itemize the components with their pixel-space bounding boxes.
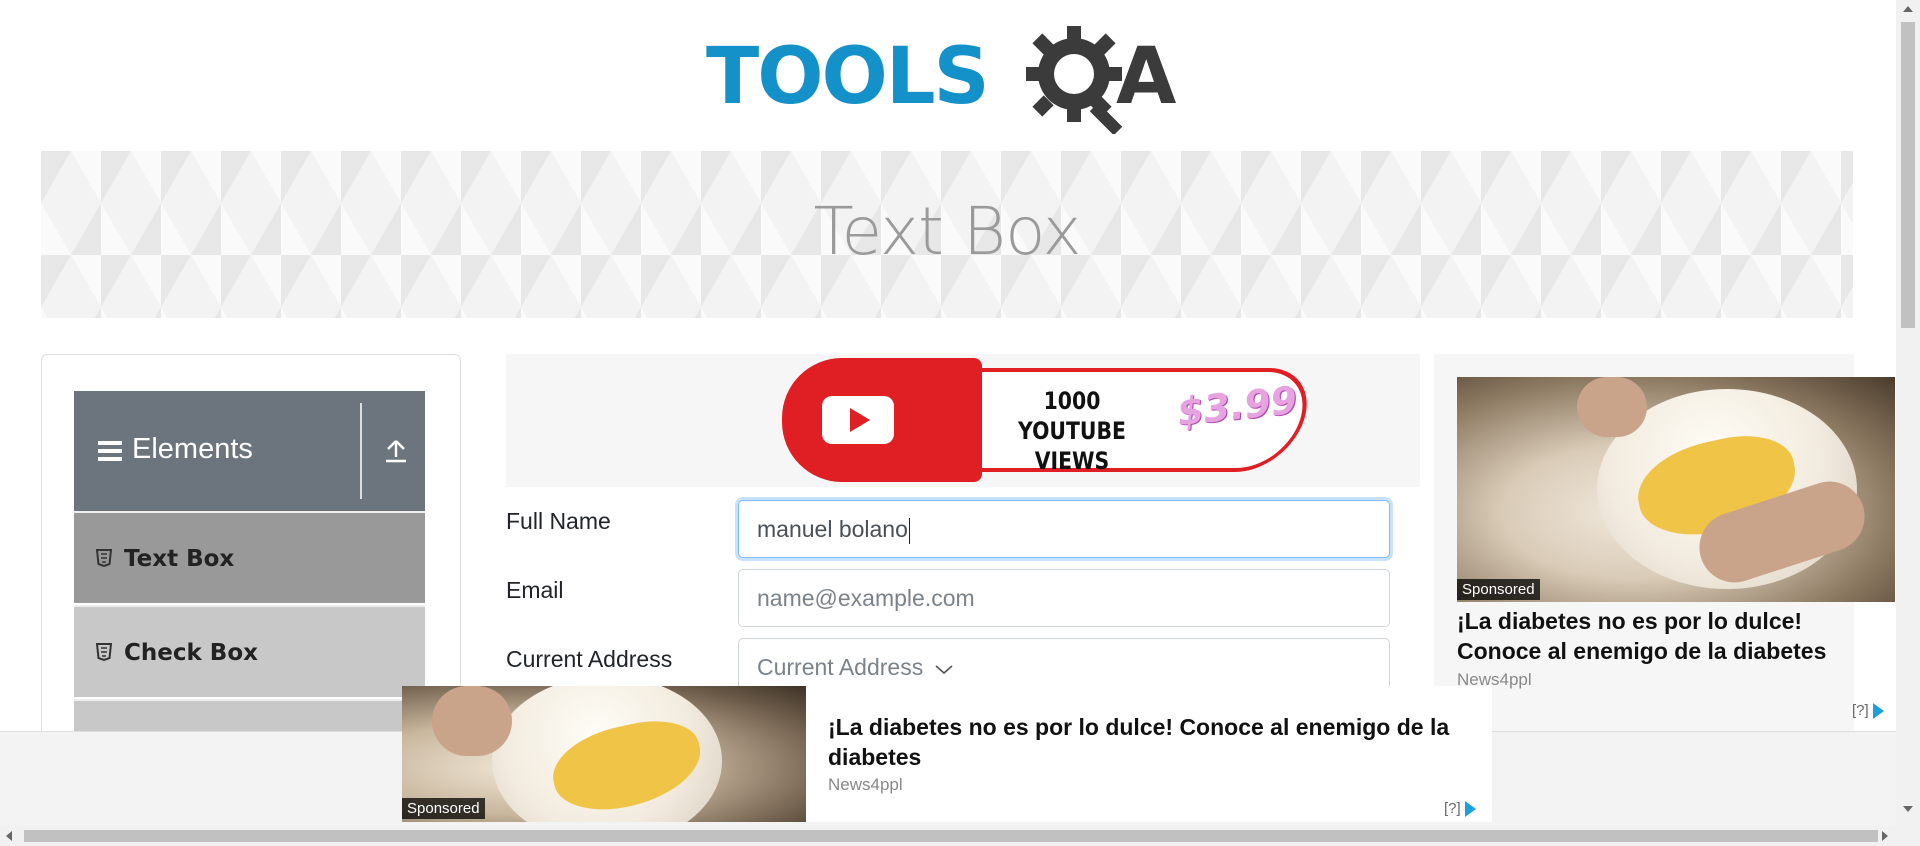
email-label: Email xyxy=(506,577,564,603)
scroll-down-icon[interactable] xyxy=(1903,806,1913,812)
vertical-scroll-thumb[interactable] xyxy=(1901,22,1915,328)
adchoices-button[interactable]: [?] xyxy=(1444,800,1476,818)
current-address-placeholder: Current Address xyxy=(757,654,924,680)
sponsored-badge: Sponsored xyxy=(1457,579,1540,600)
adchoices-label: [?] xyxy=(1444,800,1461,817)
logo-a-text: A xyxy=(1116,32,1177,122)
html5-icon xyxy=(95,643,113,666)
hamburger-icon xyxy=(98,441,122,461)
ad-views-text: 1000 YOUTUBE VIEWS xyxy=(987,386,1157,476)
youtube-play-icon xyxy=(822,396,894,444)
vertical-scrollbar[interactable] xyxy=(1896,0,1920,826)
logo-tools-text: TOOLS xyxy=(706,32,990,122)
html5-icon xyxy=(95,549,113,572)
page-banner: Text Box xyxy=(41,151,1853,318)
ad-source[interactable]: News4ppl xyxy=(828,775,903,795)
chevron-down-icon xyxy=(935,665,953,674)
finger-shape xyxy=(432,686,512,756)
full-name-label: Full Name xyxy=(506,508,611,534)
sponsored-badge: Sponsored xyxy=(402,798,485,819)
ad-title[interactable]: ¡La diabetes no es por lo dulce! Conoce … xyxy=(828,712,1488,772)
scroll-up-icon[interactable] xyxy=(1903,6,1913,12)
horizontal-scroll-thumb[interactable] xyxy=(24,830,1878,842)
adchoices-icon xyxy=(1872,703,1884,720)
adchoices-button[interactable]: [?] xyxy=(1852,702,1884,720)
scroll-right-icon[interactable] xyxy=(1882,831,1888,841)
toolsqa-logo[interactable]: TOOLS A xyxy=(706,22,1192,134)
full-name-value: manuel bolano xyxy=(757,516,908,542)
sidebar-item-label: Check Box xyxy=(124,640,258,666)
ad-title[interactable]: ¡La diabetes no es por lo dulce! Conoce … xyxy=(1457,606,1877,666)
ad-views-number: 1000 xyxy=(1043,387,1101,415)
email-input[interactable]: name@example.com xyxy=(738,569,1390,627)
current-address-label: Current Address xyxy=(506,646,673,672)
finger-shape xyxy=(1577,377,1647,437)
horizontal-scrollbar[interactable] xyxy=(0,826,1920,846)
full-name-input[interactable]: manuel bolano xyxy=(738,500,1390,558)
sidebar-group-title: Elements xyxy=(132,433,253,465)
sidebar-item-text-box[interactable]: Text Box xyxy=(74,511,425,603)
sidebar-item-label: Text Box xyxy=(124,546,235,572)
youtube-views-ad[interactable]: 1000 YOUTUBE VIEWS $3.99 xyxy=(782,358,1321,482)
adchoices-label: [?] xyxy=(1852,702,1869,719)
divider xyxy=(360,403,362,499)
email-placeholder: name@example.com xyxy=(757,585,975,611)
collapse-upload-icon[interactable] xyxy=(380,435,412,467)
sidebar-item-check-box[interactable]: Check Box xyxy=(74,605,425,697)
text-caret xyxy=(908,517,910,544)
adchoices-icon xyxy=(1464,801,1476,818)
ad-image[interactable]: Sponsored xyxy=(1457,377,1895,602)
scroll-left-icon[interactable] xyxy=(6,831,12,841)
ad-image[interactable]: Sponsored xyxy=(402,686,806,822)
page-title: Text Box xyxy=(813,193,1081,270)
sidebar-group-elements[interactable]: Elements xyxy=(74,391,425,511)
ad-views-label: YOUTUBE VIEWS xyxy=(1018,417,1126,475)
